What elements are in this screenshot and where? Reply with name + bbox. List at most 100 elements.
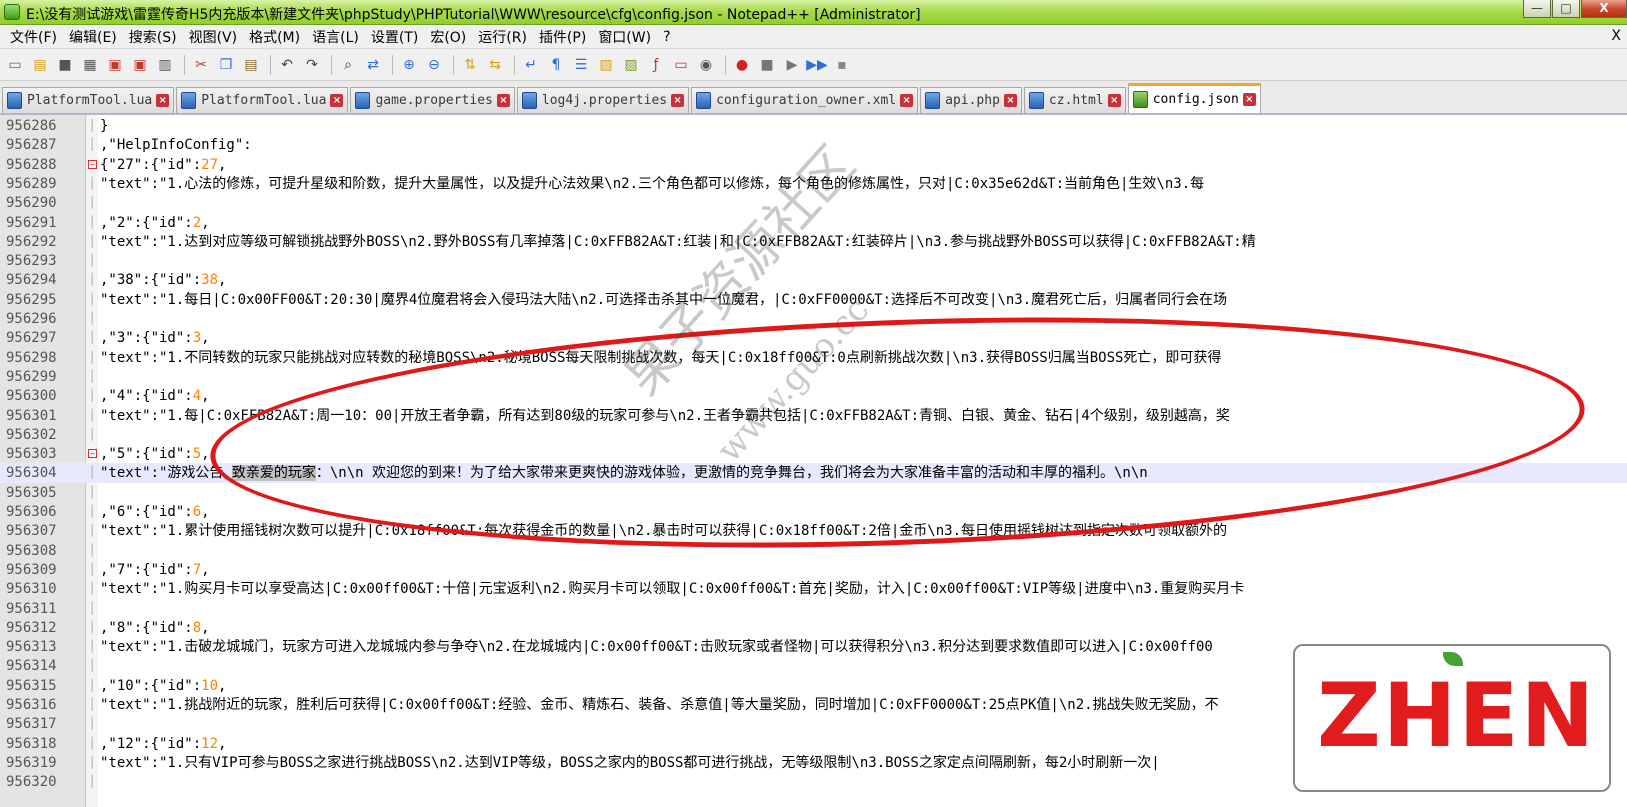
line-number: 956315 bbox=[6, 677, 57, 694]
undo-icon[interactable]: ↶ bbox=[276, 54, 298, 76]
fold-line-icon: │ bbox=[88, 215, 96, 229]
code-line[interactable]: 956293 │ bbox=[0, 251, 1627, 271]
indent-guide-icon[interactable]: ☰ bbox=[570, 54, 592, 76]
toolbar-separator bbox=[392, 54, 393, 75]
code-text: {"27":{"id":27, bbox=[100, 155, 226, 175]
tab-close-icon[interactable]: × bbox=[671, 94, 685, 107]
paste-icon[interactable]: ▤ bbox=[240, 54, 262, 76]
copy-icon[interactable]: ❐ bbox=[215, 54, 237, 76]
menu-bar: 文件(F) 编辑(E) 搜索(S) 视图(V) 格式(M) 语言(L) 设置(T) 宏(O) 运… bbox=[0, 25, 1627, 49]
menu-item-3[interactable]: 视图(V) bbox=[183, 27, 244, 47]
redo-icon[interactable]: ↷ bbox=[301, 54, 323, 76]
fold-line-icon: │ bbox=[88, 620, 96, 634]
replace-icon[interactable]: ⇄ bbox=[362, 54, 384, 76]
line-number: 956292 bbox=[6, 233, 57, 250]
doc-map-icon[interactable]: ▨ bbox=[620, 54, 642, 76]
tab-close-icon[interactable]: × bbox=[156, 94, 170, 107]
tab-2[interactable]: game.properties × bbox=[350, 87, 515, 113]
sync-horizontal-icon[interactable]: ⇆ bbox=[484, 54, 506, 76]
line-number: 956308 bbox=[6, 542, 57, 559]
menu-item-0[interactable]: 文件(F) bbox=[4, 27, 63, 47]
code-segment: ,"HelpInfoConfig": bbox=[100, 137, 252, 154]
tab-close-icon[interactable]: × bbox=[330, 94, 344, 107]
code-text: ,"4":{"id":4, bbox=[100, 386, 210, 406]
run-macro-multiple-icon[interactable]: ▶▶ bbox=[806, 54, 828, 76]
cut-icon[interactable]: ✂ bbox=[190, 54, 212, 76]
tab-5[interactable]: api.php × bbox=[920, 87, 1022, 113]
code-line[interactable]: 956310 │ "text":"1.购买月卡可以享受高达|C:0x00ff00&T… bbox=[0, 579, 1627, 599]
tab-0[interactable]: PlatformTool.lua × bbox=[2, 87, 175, 113]
folder-workspace-icon[interactable]: ▭ bbox=[670, 54, 692, 76]
menu-item-11[interactable]: ? bbox=[657, 29, 676, 45]
tab-close-icon[interactable]: × bbox=[900, 94, 914, 107]
code-line[interactable]: 956295 │ "text":"1.每日|C:0x00FF00&T:20:30|魔… bbox=[0, 290, 1627, 310]
tab-close-icon[interactable]: × bbox=[1107, 94, 1121, 107]
code-line[interactable]: 956294 │ ,"38":{"id":38, bbox=[0, 270, 1627, 290]
fold-line-icon: │ bbox=[88, 234, 96, 248]
save-macro-icon[interactable]: ▪ bbox=[831, 54, 853, 76]
menu-item-7[interactable]: 宏(O) bbox=[424, 27, 472, 47]
save-icon[interactable]: ■ bbox=[54, 54, 76, 76]
code-line[interactable]: 956309 │ ,"7":{"id":7, bbox=[0, 560, 1627, 580]
zoom-out-icon[interactable]: ⊖ bbox=[423, 54, 445, 76]
maximize-button[interactable]: □ bbox=[1552, 0, 1580, 18]
stop-macro-icon[interactable]: ■ bbox=[756, 54, 778, 76]
fold-line-icon: │ bbox=[88, 678, 96, 692]
saved-file-icon bbox=[925, 92, 941, 109]
fold-line-icon: │ bbox=[88, 582, 96, 596]
tab-7[interactable]: config.json × bbox=[1127, 83, 1261, 113]
line-number: 956297 bbox=[6, 330, 57, 347]
tab-close-icon[interactable]: × bbox=[496, 94, 510, 107]
tab-6[interactable]: cz.html × bbox=[1023, 87, 1126, 113]
menu-item-8[interactable]: 运行(R) bbox=[472, 27, 533, 47]
notepadpp-app-icon[interactable] bbox=[4, 4, 20, 20]
menu-item-5[interactable]: 语言(L) bbox=[306, 27, 365, 47]
close-file-icon[interactable]: ▣ bbox=[104, 54, 126, 76]
print-icon[interactable]: ▥ bbox=[154, 54, 176, 76]
code-text: "text":"1.只有VIP可参与BOSS之家进行挑战BOSS\n2.达到VI… bbox=[100, 753, 1160, 773]
menu-item-6[interactable]: 设置(T) bbox=[365, 27, 424, 47]
close-window-button[interactable]: X bbox=[1581, 0, 1627, 18]
fold-toggle-icon[interactable]: − bbox=[88, 159, 97, 169]
line-number: 956314 bbox=[6, 658, 57, 675]
fold-toggle-icon[interactable]: − bbox=[88, 449, 97, 459]
close-document-button[interactable]: X bbox=[1611, 28, 1621, 44]
unsaved-file-icon bbox=[1132, 91, 1148, 108]
minimize-button[interactable]: — bbox=[1523, 0, 1551, 18]
code-text: ,"8":{"id":8, bbox=[100, 618, 210, 638]
menu-item-4[interactable]: 格式(M) bbox=[243, 27, 306, 47]
show-all-chars-icon[interactable]: ¶ bbox=[545, 54, 567, 76]
monitor-icon[interactable]: ◉ bbox=[695, 54, 717, 76]
code-segment: "text":"1.达到对应等级可解锁挑战野外BOSS\n2.野外BOSS有几率… bbox=[100, 233, 1256, 250]
new-file-icon[interactable]: ▭ bbox=[4, 54, 26, 76]
menu-item-9[interactable]: 插件(P) bbox=[533, 27, 592, 47]
close-all-icon[interactable]: ▣ bbox=[129, 54, 151, 76]
tab-close-icon[interactable]: × bbox=[1242, 93, 1256, 106]
find-icon[interactable]: ⌕ bbox=[337, 54, 359, 76]
tab-close-icon[interactable]: × bbox=[1003, 94, 1017, 107]
menu-item-1[interactable]: 编辑(E) bbox=[63, 27, 123, 47]
line-number: 956310 bbox=[6, 581, 57, 598]
sync-vertical-icon[interactable]: ⇅ bbox=[459, 54, 481, 76]
fold-line-icon: │ bbox=[88, 736, 96, 750]
fold-line-icon: │ bbox=[88, 659, 96, 673]
saved-file-icon bbox=[521, 92, 537, 109]
function-list-icon[interactable]: ƒ bbox=[645, 54, 667, 76]
code-line[interactable]: 956312 │ ,"8":{"id":8, bbox=[0, 618, 1627, 638]
record-macro-icon[interactable]: ● bbox=[731, 54, 753, 76]
zoom-in-icon[interactable]: ⊕ bbox=[398, 54, 420, 76]
code-line[interactable]: 956311 │ bbox=[0, 599, 1627, 619]
menu-item-10[interactable]: 窗口(W) bbox=[592, 27, 657, 47]
code-text: ,"38":{"id":38, bbox=[100, 270, 226, 290]
user-language-icon[interactable]: ▧ bbox=[595, 54, 617, 76]
open-file-icon[interactable]: ▤ bbox=[29, 54, 51, 76]
menu-item-2[interactable]: 搜索(S) bbox=[123, 27, 183, 47]
tab-1[interactable]: PlatformTool.lua × bbox=[176, 87, 349, 113]
word-wrap-icon[interactable]: ↵ bbox=[520, 54, 542, 76]
play-macro-icon[interactable]: ▶ bbox=[781, 54, 803, 76]
tab-4[interactable]: configuration_owner.xml × bbox=[691, 87, 919, 113]
save-all-icon[interactable]: ▦ bbox=[79, 54, 101, 76]
line-number: 956287 bbox=[6, 137, 57, 154]
fold-line-icon: │ bbox=[88, 427, 96, 441]
tab-3[interactable]: log4j.properties × bbox=[516, 87, 690, 113]
